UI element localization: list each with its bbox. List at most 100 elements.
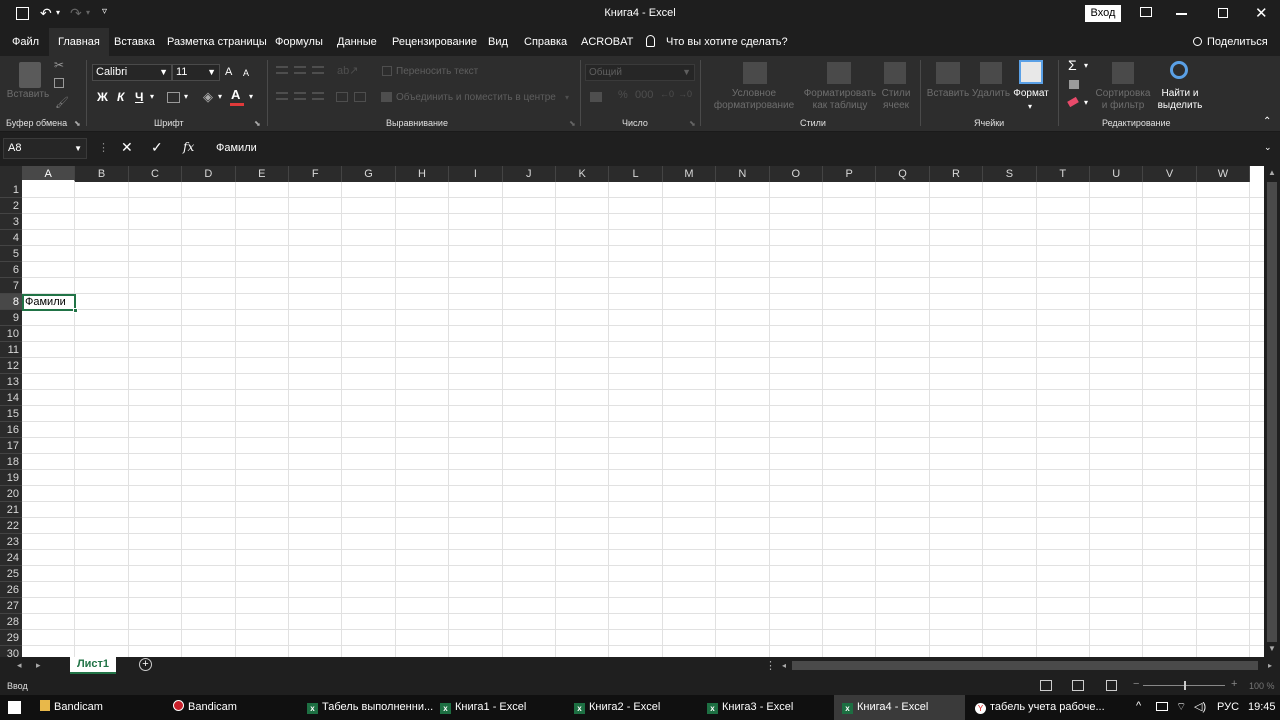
conditional-formatting-icon[interactable]: [743, 62, 767, 84]
insert-cells-icon[interactable]: [936, 62, 960, 84]
paste-button[interactable]: Вставить: [6, 89, 50, 101]
column-header-O[interactable]: O: [769, 166, 823, 182]
sort-filter-button[interactable]: Сортировка и фильтр: [1092, 88, 1154, 112]
clock[interactable]: 19:45: [1248, 695, 1276, 720]
row-header-7[interactable]: 7: [0, 278, 22, 294]
column-header-P[interactable]: P: [823, 166, 877, 182]
zoom-level[interactable]: 100 %: [1249, 681, 1275, 691]
scroll-left-icon[interactable]: ◂: [782, 661, 786, 670]
taskbar-item-kniga4[interactable]: x Книга4 - Excel: [834, 695, 965, 720]
delete-cells-icon[interactable]: [980, 62, 1002, 84]
column-header-D[interactable]: D: [182, 166, 236, 182]
conditional-formatting-button[interactable]: Условное форматирование: [706, 88, 802, 112]
tell-me-search[interactable]: Что вы хотите сделать?: [666, 28, 788, 56]
expand-formula-icon[interactable]: ⌄: [1264, 142, 1272, 153]
find-select-button[interactable]: Найти и выделить: [1152, 88, 1208, 112]
grow-font-button[interactable]: A: [225, 66, 232, 78]
row-header-9[interactable]: 9: [0, 310, 22, 326]
font-color-dropdown-icon[interactable]: ▾: [249, 92, 253, 101]
row-header-20[interactable]: 20: [0, 486, 22, 502]
zoom-out-icon[interactable]: −: [1133, 678, 1139, 690]
taskbar-item-kniga1[interactable]: x Книга1 - Excel: [440, 695, 526, 720]
wrap-text-button[interactable]: Переносить текст: [396, 66, 478, 77]
zoom-slider-thumb[interactable]: [1184, 681, 1186, 690]
autosum-icon[interactable]: Σ: [1068, 57, 1077, 73]
sort-filter-icon[interactable]: [1112, 62, 1134, 84]
clear-icon[interactable]: [1067, 96, 1079, 108]
format-cells-icon[interactable]: [1019, 60, 1043, 84]
thousands-icon[interactable]: 000: [635, 89, 653, 101]
row-header-14[interactable]: 14: [0, 390, 22, 406]
delete-cells-button[interactable]: Удалить: [968, 88, 1014, 100]
row-header-6[interactable]: 6: [0, 262, 22, 278]
tab-review[interactable]: Рецензирование: [392, 28, 477, 56]
fill-handle[interactable]: [73, 308, 78, 313]
find-select-icon[interactable]: [1170, 61, 1188, 79]
enter-icon[interactable]: ✓: [151, 139, 163, 156]
merge-center-button[interactable]: Объединить и поместить в центре: [396, 92, 556, 103]
normal-view-icon[interactable]: [1040, 680, 1052, 691]
column-header-W[interactable]: W: [1196, 166, 1251, 182]
font-size-select[interactable]: 11 ▼: [172, 64, 220, 81]
taskbar-item-tabel[interactable]: x Табель выполненни...: [307, 695, 433, 720]
column-header-L[interactable]: L: [609, 166, 663, 182]
borders-icon[interactable]: [167, 92, 180, 103]
autosum-dropdown-icon[interactable]: ▾: [1084, 61, 1088, 70]
format-cells-button[interactable]: Формат: [1010, 88, 1052, 100]
network-icon[interactable]: ⌔: [1176, 700, 1186, 714]
taskbar-item-bandicam[interactable]: Bandicam: [173, 695, 237, 720]
battery-icon[interactable]: [1156, 702, 1168, 711]
row-header-13[interactable]: 13: [0, 374, 22, 390]
column-header-U[interactable]: U: [1090, 166, 1144, 182]
menu-file[interactable]: Файл: [12, 28, 39, 56]
scroll-right-icon[interactable]: ▸: [1268, 661, 1272, 670]
tab-help[interactable]: Справка: [524, 28, 567, 56]
insert-function-icon[interactable]: fx: [183, 140, 194, 154]
number-format-select[interactable]: Общий ▼: [585, 64, 695, 81]
align-top-icon[interactable]: [276, 66, 288, 74]
column-header-H[interactable]: H: [395, 166, 450, 182]
split-handle-icon[interactable]: ⋮: [765, 659, 776, 672]
page-break-view-icon[interactable]: [1106, 680, 1117, 691]
taskbar-item-bandicam-folder[interactable]: Bandicam: [40, 695, 103, 720]
minimize-icon[interactable]: [1176, 13, 1187, 15]
row-header-30[interactable]: 30: [0, 646, 22, 657]
percent-icon[interactable]: %: [618, 89, 628, 101]
cancel-icon[interactable]: ✕: [121, 139, 133, 156]
insert-cells-button[interactable]: Вставить: [924, 88, 972, 100]
row-header-26[interactable]: 26: [0, 582, 22, 598]
align-left-icon[interactable]: [276, 92, 288, 100]
horizontal-scroll-thumb[interactable]: [792, 661, 1258, 670]
tab-formulas[interactable]: Формулы: [275, 28, 323, 56]
taskbar-item-kniga2[interactable]: x Книга2 - Excel: [574, 695, 660, 720]
align-right-icon[interactable]: [312, 92, 324, 100]
signin-button[interactable]: Вход: [1085, 5, 1121, 22]
align-middle-icon[interactable]: [294, 66, 306, 74]
row-header-23[interactable]: 23: [0, 534, 22, 550]
cell-styles-button[interactable]: Стили ячеек: [878, 88, 914, 112]
row-header-5[interactable]: 5: [0, 246, 22, 262]
row-header-16[interactable]: 16: [0, 422, 22, 438]
format-painter-icon[interactable]: 🖌: [55, 96, 69, 109]
taskbar-item-kniga3[interactable]: x Книга3 - Excel: [707, 695, 793, 720]
row-header-18[interactable]: 18: [0, 454, 22, 470]
underline-button[interactable]: Ч: [135, 90, 143, 104]
column-header-V[interactable]: V: [1143, 166, 1197, 182]
zoom-in-icon[interactable]: +: [1231, 678, 1237, 690]
merge-dropdown-icon[interactable]: ▾: [565, 93, 569, 102]
column-header-S[interactable]: S: [983, 166, 1037, 182]
fill-color-dropdown-icon[interactable]: ▾: [218, 92, 222, 101]
row-header-21[interactable]: 21: [0, 502, 22, 518]
column-header-E[interactable]: E: [235, 166, 289, 182]
increase-indent-icon[interactable]: [354, 92, 366, 102]
row-header-4[interactable]: 4: [0, 230, 22, 246]
format-as-table-icon[interactable]: [827, 62, 851, 84]
collapse-ribbon-icon[interactable]: ⌃: [1263, 116, 1271, 127]
add-sheet-icon[interactable]: +: [139, 658, 152, 671]
merge-center-icon[interactable]: [381, 92, 392, 102]
share-button[interactable]: Поделиться: [1207, 28, 1268, 56]
column-header-F[interactable]: F: [289, 166, 343, 182]
fill-color-icon[interactable]: ◈: [203, 89, 213, 105]
column-header-M[interactable]: M: [662, 166, 717, 182]
row-header-17[interactable]: 17: [0, 438, 22, 454]
